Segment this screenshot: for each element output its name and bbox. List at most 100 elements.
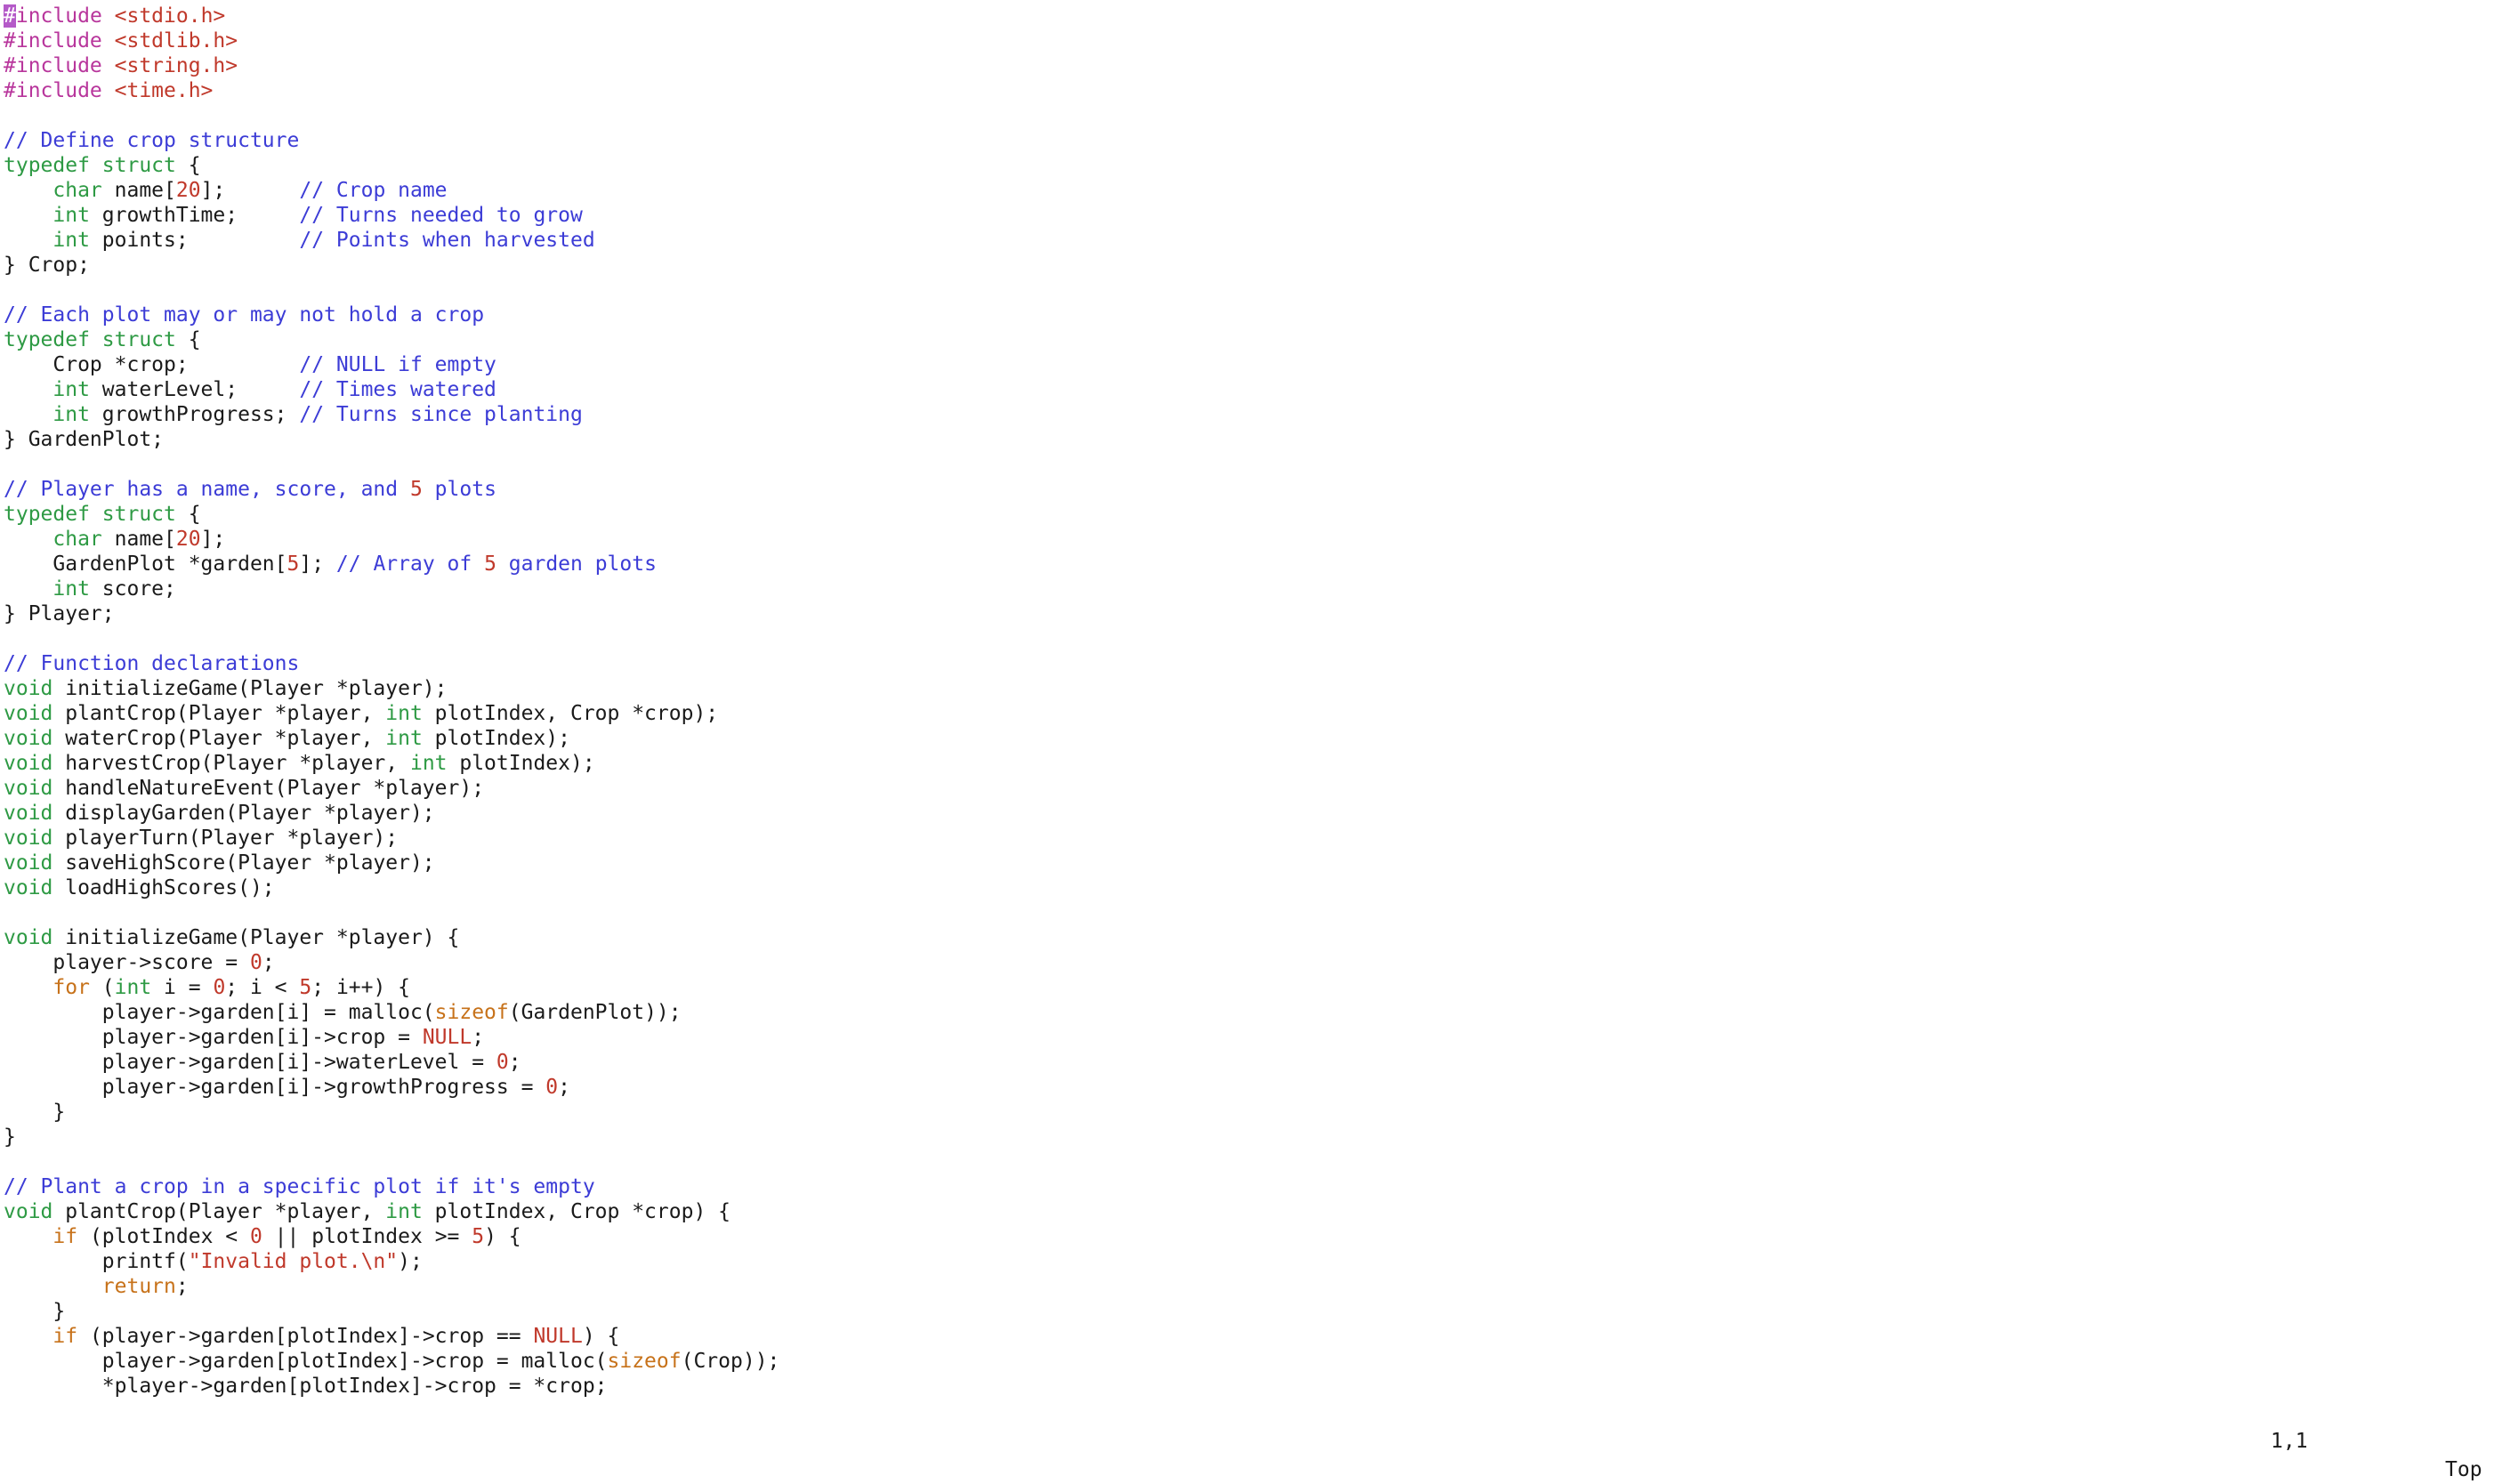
code-line[interactable]: void harvestCrop(Player *player, int plo… (4, 751, 2502, 776)
code-line[interactable]: player->garden[i]->waterLevel = 0; (4, 1050, 2502, 1075)
code-line[interactable]: // Plant a crop in a specific plot if it… (4, 1174, 2502, 1199)
code-token: // Define crop structure (4, 129, 300, 152)
code-token: return (101, 1275, 176, 1298)
code-line[interactable]: // Function declarations (4, 651, 2502, 676)
code-line[interactable] (4, 1149, 2502, 1174)
code-line[interactable]: player->garden[plotIndex]->crop = malloc… (4, 1349, 2502, 1374)
code-line[interactable]: void handleNatureEvent(Player *player); (4, 776, 2502, 801)
code-token: 0 (249, 1225, 262, 1248)
code-token: GardenPlot *garden[ (4, 552, 287, 576)
code-line[interactable]: void initializeGame(Player *player) { (4, 925, 2502, 950)
code-line[interactable]: player->garden[i]->crop = NULL; (4, 1025, 2502, 1050)
code-line[interactable]: void saveHighScore(Player *player); (4, 851, 2502, 875)
code-token: #include (4, 54, 115, 77)
code-line[interactable]: char name[20]; (4, 527, 2502, 552)
code-token: <stdlib.h> (114, 29, 238, 52)
code-token: #include (4, 79, 115, 102)
code-line[interactable]: // Each plot may or may not hold a crop (4, 302, 2502, 327)
code-line[interactable]: } (4, 1299, 2502, 1324)
code-line[interactable]: return; (4, 1274, 2502, 1299)
code-token: plantCrop(Player *player, (52, 1200, 386, 1223)
code-token: typedef struct (4, 503, 176, 526)
code-line[interactable]: void waterCrop(Player *player, int plotI… (4, 726, 2502, 751)
code-token: char (52, 179, 102, 202)
code-line[interactable]: int waterLevel; // Times watered (4, 377, 2502, 402)
code-token: initializeGame(Player *player) { (52, 926, 460, 949)
code-token: playerTurn(Player *player); (52, 827, 399, 850)
code-line[interactable]: void loadHighScores(); (4, 875, 2502, 900)
code-line[interactable]: #include <time.h> (4, 78, 2502, 103)
code-line[interactable]: int score; (4, 577, 2502, 601)
code-line[interactable] (4, 626, 2502, 651)
code-token: 5 (409, 478, 423, 501)
code-token: handleNatureEvent(Player *player); (52, 777, 485, 800)
code-line[interactable]: #include <stdio.h> (4, 4, 2502, 28)
code-line[interactable]: } (4, 1125, 2502, 1149)
code-token: void (4, 827, 53, 850)
code-line[interactable]: // Define crop structure (4, 128, 2502, 153)
code-line[interactable]: char name[20]; // Crop name (4, 178, 2502, 203)
code-line[interactable]: void plantCrop(Player *player, int plotI… (4, 1199, 2502, 1224)
code-line[interactable]: *player->garden[plotIndex]->crop = *crop… (4, 1374, 2502, 1397)
code-editor[interactable]: #include <stdio.h> #include <stdlib.h> #in… (4, 4, 2502, 1397)
code-token: plotIndex); (447, 752, 595, 775)
code-token: ; i < (225, 976, 300, 999)
code-line[interactable]: printf("Invalid plot.\n"); (4, 1249, 2502, 1274)
code-line[interactable]: typedef struct { (4, 327, 2502, 352)
code-token: void (4, 677, 53, 700)
code-token: ]; (200, 179, 300, 202)
code-token: #include (4, 29, 115, 52)
code-token: growthProgress; (89, 403, 300, 426)
code-token: int (52, 204, 90, 227)
code-line[interactable]: void plantCrop(Player *player, int plotI… (4, 701, 2502, 726)
text-cursor: # (4, 4, 16, 28)
code-line[interactable] (4, 900, 2502, 925)
code-token: ; (508, 1051, 521, 1074)
code-token: plantCrop(Player *player, (52, 702, 386, 725)
code-token: { (175, 328, 201, 351)
code-line[interactable]: int points; // Points when harvested (4, 228, 2502, 253)
code-line[interactable]: } GardenPlot; (4, 427, 2502, 452)
code-token: for (52, 976, 90, 999)
code-line[interactable]: } (4, 1100, 2502, 1125)
code-line[interactable]: // Player has a name, score, and 5 plots (4, 477, 2502, 502)
code-line[interactable]: player->garden[i]->growthProgress = 0; (4, 1075, 2502, 1100)
code-token: <string.h> (114, 54, 238, 77)
code-line[interactable] (4, 452, 2502, 477)
code-token: 5 (287, 552, 300, 576)
code-token: // Array of (335, 552, 485, 576)
code-line[interactable]: void playerTurn(Player *player); (4, 826, 2502, 851)
code-line[interactable]: player->garden[i] = malloc(sizeof(Garden… (4, 1000, 2502, 1025)
code-line[interactable]: if (plotIndex < 0 || plotIndex >= 5) { (4, 1224, 2502, 1249)
code-token: ; (175, 1275, 189, 1298)
code-line[interactable]: #include <stdlib.h> (4, 28, 2502, 53)
code-line[interactable]: for (int i = 0; i < 5; i++) { (4, 975, 2502, 1000)
code-line[interactable]: Crop *crop; // NULL if empty (4, 352, 2502, 377)
code-token: 5 (472, 1225, 485, 1248)
code-line[interactable]: void displayGarden(Player *player); (4, 801, 2502, 826)
code-token: garden plots (496, 552, 657, 576)
code-line[interactable] (4, 278, 2502, 302)
code-line[interactable]: #include <string.h> (4, 53, 2502, 78)
code-token: 5 (484, 552, 496, 576)
code-token: ; (262, 951, 275, 974)
code-line[interactable]: } Crop; (4, 253, 2502, 278)
code-line[interactable]: if (player->garden[plotIndex]->crop == N… (4, 1324, 2502, 1349)
scroll-indicator: Top (2445, 1458, 2482, 1481)
code-line[interactable]: void initializeGame(Player *player); (4, 676, 2502, 701)
code-line[interactable]: int growthProgress; // Turns since plant… (4, 402, 2502, 427)
code-token: 20 (175, 179, 201, 202)
code-line[interactable]: typedef struct { (4, 502, 2502, 527)
code-line[interactable]: typedef struct { (4, 153, 2502, 178)
code-token: // Player has a name, score, and (4, 478, 410, 501)
code-token: } GardenPlot; (4, 428, 165, 451)
code-token: (Crop)); (681, 1350, 780, 1373)
code-line[interactable]: player->score = 0; (4, 950, 2502, 975)
code-line[interactable]: } Player; (4, 601, 2502, 626)
code-token: // Each plot may or may not hold a crop (4, 303, 485, 327)
code-line[interactable]: GardenPlot *garden[5]; // Array of 5 gar… (4, 552, 2502, 577)
code-line[interactable]: int growthTime; // Turns needed to grow (4, 203, 2502, 228)
code-token: plotIndex, Crop *crop); (422, 702, 719, 725)
code-line[interactable] (4, 103, 2502, 128)
